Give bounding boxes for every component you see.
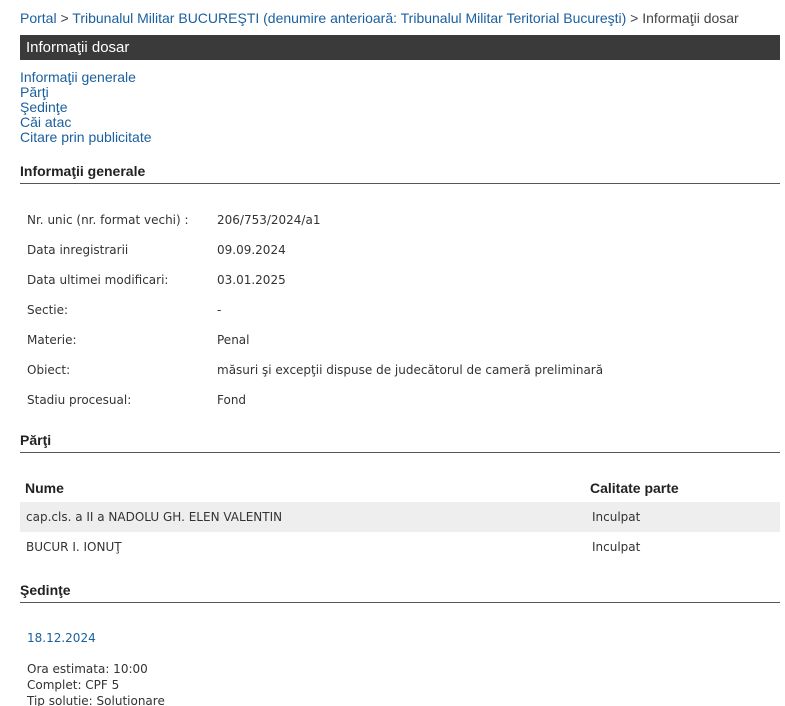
breadcrumb-separator: > <box>60 10 69 26</box>
info-row: Obiect: măsuri şi excepţii dispuse de ju… <box>27 355 603 385</box>
party-name: cap.cls. a II a NADOLU GH. ELEN VALENTIN <box>26 510 283 524</box>
info-label: Stadiu procesual: <box>27 393 132 407</box>
info-label: Nr. unic (nr. format vechi) : <box>27 213 189 227</box>
table-row: BUCUR I. IONUŢ Inculpat <box>20 532 780 562</box>
info-value: măsuri şi excepţii dispuse de judecătoru… <box>217 363 604 377</box>
nav-link-cai-atac[interactable]: Căi atac <box>20 115 152 130</box>
section-nav: Informaţii generale Părţi Şedinţe Căi at… <box>20 70 152 145</box>
info-row: Data ultimei modificari: 03.01.2025 <box>27 265 603 295</box>
nav-link-informatii-generale[interactable]: Informaţii generale <box>20 70 152 85</box>
column-header-calitate: Calitate parte <box>590 480 679 496</box>
nav-link-sedinte[interactable]: Şedinţe <box>20 100 152 115</box>
info-value: Fond <box>217 393 247 407</box>
info-row: Sectie: - <box>27 295 603 325</box>
breadcrumb-portal-link[interactable]: Portal <box>20 10 57 26</box>
sedinta-detail-tip-solutie: Tip solutie: Solutionare <box>27 694 165 706</box>
breadcrumb: Portal > Tribunalul Militar BUCUREŞTI (d… <box>20 10 739 26</box>
sedinta-details: Ora estimata: 10:00 Complet: CPF 5 Tip s… <box>27 661 165 706</box>
info-row: Materie: Penal <box>27 325 603 355</box>
sedinta-detail-ora: Ora estimata: 10:00 <box>27 662 148 676</box>
info-value: 206/753/2024/a1 <box>217 213 321 227</box>
table-row: cap.cls. a II a NADOLU GH. ELEN VALENTIN… <box>20 502 780 532</box>
info-row: Stadiu procesual: Fond <box>27 385 603 415</box>
info-value: Penal <box>217 333 250 347</box>
info-label: Obiect: <box>27 363 71 377</box>
sedinta-detail-complet: Complet: CPF 5 <box>27 678 120 692</box>
breadcrumb-separator: > <box>630 10 639 26</box>
column-header-nume: Nume <box>25 480 64 496</box>
info-label: Sectie: <box>27 303 69 317</box>
party-role: Inculpat <box>592 510 641 524</box>
party-role: Inculpat <box>592 540 641 554</box>
info-value: 09.09.2024 <box>217 243 286 257</box>
breadcrumb-current: Informaţii dosar <box>642 10 739 26</box>
page-title-bar: Informaţii dosar <box>20 35 780 60</box>
info-label: Materie: <box>27 333 77 347</box>
section-title-parti: Părţi <box>20 432 780 453</box>
info-label: Data ultimei modificari: <box>27 273 169 287</box>
info-row: Nr. unic (nr. format vechi) : 206/753/20… <box>27 205 603 235</box>
breadcrumb-court-link[interactable]: Tribunalul Militar BUCUREŞTI (denumire a… <box>72 10 626 26</box>
info-label: Data inregistrarii <box>27 243 129 257</box>
section-title-informatii-generale: Informaţii generale <box>20 163 780 184</box>
general-info-table: Nr. unic (nr. format vechi) : 206/753/20… <box>27 205 603 415</box>
page-title: Informaţii dosar <box>26 39 130 56</box>
info-value: 03.01.2025 <box>217 273 286 287</box>
nav-link-parti[interactable]: Părţi <box>20 85 152 100</box>
section-title-sedinte: Şedinţe <box>20 582 780 603</box>
info-row: Data inregistrarii 09.09.2024 <box>27 235 603 265</box>
sedinta-date-link[interactable]: 18.12.2024 <box>27 631 96 645</box>
info-value: - <box>217 303 222 317</box>
parti-table: Nume Calitate parte cap.cls. a II a NADO… <box>20 474 780 562</box>
parti-table-header: Nume Calitate parte <box>20 474 780 502</box>
party-name: BUCUR I. IONUŢ <box>26 540 122 554</box>
nav-link-citare-publicitate[interactable]: Citare prin publicitate <box>20 130 152 145</box>
